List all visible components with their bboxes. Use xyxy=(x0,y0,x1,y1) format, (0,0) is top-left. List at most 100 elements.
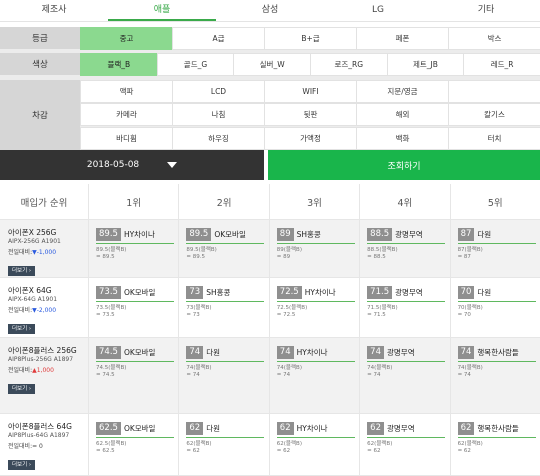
color-option[interactable]: 제트_JB xyxy=(386,53,465,76)
deduction-option[interactable]: 나침 xyxy=(172,103,265,127)
offer-cell[interactable]: 72.5 HY차이나 72.5(블랙B) = 72.5 xyxy=(268,278,359,337)
rank-1-header: 1위 xyxy=(88,184,178,219)
offer-price: 89 xyxy=(276,228,294,241)
offer-price: 74 xyxy=(457,346,475,359)
offer-total: = 70 xyxy=(457,312,471,318)
offer-shop: 다원 xyxy=(206,424,221,433)
caret-down-icon xyxy=(167,162,178,168)
offer-shop: HY차이나 xyxy=(296,348,328,357)
product-name: 아이폰X 64G xyxy=(8,286,52,295)
tab-manufacturer[interactable]: 제조사 xyxy=(0,0,108,21)
offer-shop: OK모바일 xyxy=(123,288,156,297)
offer-cell[interactable]: 62 광명무역 62(블랙B) = 62 xyxy=(359,414,449,475)
detail-button[interactable]: 더보기 › xyxy=(8,384,36,394)
offer-shop: 광명무역 xyxy=(387,424,415,433)
offer-header: 74 다원 xyxy=(186,346,265,362)
color-option[interactable]: 실버_W xyxy=(233,53,311,76)
tab-apple[interactable]: 애플 xyxy=(108,0,216,21)
offer-total: = 74 xyxy=(276,372,291,378)
product-model: AIPX-64G A1901 xyxy=(8,296,58,303)
color-option[interactable]: 레드_R xyxy=(463,53,540,76)
offer-detail: 62(블랙B) xyxy=(367,441,393,447)
color-row: 색상 블랙_B 골드_G 실버_W 로즈_RG 제트_JB 레드_R xyxy=(0,53,540,76)
offer-cell[interactable]: 62 다원 62(블랙B) = 62 xyxy=(178,414,268,475)
product-model: AIP8Plus-64G A1897 xyxy=(8,432,70,439)
offer-price: 72.5 xyxy=(276,286,302,299)
detail-button[interactable]: 더보기 › xyxy=(8,324,36,334)
offer-detail: 89(블랙B) xyxy=(276,247,302,253)
offer-cell[interactable]: 74 HY차이나 74(블랙B) = 74 xyxy=(268,338,359,413)
filter-panel: 등급 중고 A급 B+급 페폰 박스 색상 블랙_B 골드_G 실버_W 로즈_RG 제트_JB… xyxy=(0,27,540,150)
date-picker[interactable]: 2018-05-08 xyxy=(0,150,264,180)
deduction-option[interactable]: 가액정 xyxy=(264,126,357,150)
product-name: 아이폰8플러스 64G xyxy=(8,422,72,431)
grade-option[interactable]: B+급 xyxy=(264,27,357,50)
grade-option[interactable]: 박스 xyxy=(448,27,540,50)
offer-cell[interactable]: 74 다원 74(블랙B) = 74 xyxy=(178,338,268,413)
deduction-option[interactable]: 카메라 xyxy=(80,103,173,127)
deduction-option[interactable]: 액파 xyxy=(80,80,173,103)
price-change: 전일대비:▲1,000 xyxy=(8,366,88,375)
deduction-option[interactable]: 칼기스 xyxy=(448,103,540,127)
offer-cell[interactable]: 74 광명무역 74(블랙B) = 74 xyxy=(359,338,449,413)
offer-detail: 74(블랙B) xyxy=(457,365,483,371)
deduction-option[interactable]: LCD xyxy=(172,80,265,103)
offer-total: = 72.5 xyxy=(276,312,296,318)
deduction-option[interactable]: WIFI xyxy=(264,80,357,103)
offer-header: 62 행복한사람들 xyxy=(457,422,536,438)
deduction-option[interactable]: 터치 xyxy=(448,126,540,150)
change-value: ▲1,000 xyxy=(32,367,54,374)
offer-cell[interactable]: 73 SH홍콩 73(블랙B) = 73 xyxy=(178,278,268,337)
detail-button[interactable]: 더보기 › xyxy=(8,460,36,470)
offer-total: = 74 xyxy=(367,372,381,378)
offer-shop: SH홍콩 xyxy=(206,288,231,297)
offer-cell[interactable]: 89.5 HY차이나 89.5(블랙B) = 89.5 xyxy=(88,220,178,277)
grade-option[interactable]: 페폰 xyxy=(356,27,449,50)
deduction-option[interactable]: 백화 xyxy=(356,126,449,150)
offer-cell[interactable]: 73.5 OK모바일 73.5(블랙B) = 73.5 xyxy=(88,278,178,337)
deduction-option[interactable]: 바디휨 xyxy=(80,126,173,150)
offer-price: 88.5 xyxy=(367,228,393,241)
tab-other[interactable]: 기타 xyxy=(432,0,540,21)
color-option[interactable]: 골드_G xyxy=(156,53,235,76)
grade-option[interactable]: 중고 xyxy=(80,27,173,50)
detail-button[interactable]: 더보기 › xyxy=(8,266,36,276)
offer-cell[interactable]: 74 행복한사람들 74(블랙B) = 74 xyxy=(449,338,540,413)
color-option[interactable]: 블랙_B xyxy=(80,53,158,76)
offer-price: 74.5 xyxy=(96,346,121,359)
deduction-option[interactable]: 하우징 xyxy=(172,126,265,150)
change-label: 전일대비: xyxy=(8,307,33,314)
color-option[interactable]: 로즈_RG xyxy=(309,53,388,76)
offer-cell[interactable]: 62 행복한사람들 62(블랙B) = 62 xyxy=(449,414,540,475)
offer-cell[interactable]: 89.5 OK모바일 89.5(블랙B) = 89.5 xyxy=(178,220,268,277)
offer-total: = 89.5 xyxy=(96,254,115,260)
deduction-option[interactable] xyxy=(448,80,540,103)
offer-cell[interactable]: 71.5 광명무역 71.5(블랙B) = 71.5 xyxy=(359,278,449,337)
offer-cell[interactable]: 87 다원 87(블랙B) = 87 xyxy=(449,220,540,277)
offer-header: 71.5 광명무역 xyxy=(367,286,446,302)
search-button[interactable]: 조회하기 xyxy=(268,150,540,180)
product-info: 아이폰8플러스 256G AIP8Plus-256G A1897 전일대비:▲1,0… xyxy=(0,338,88,413)
change-label: 전일대비: xyxy=(8,249,33,256)
price-change: 전일대비:▼-1,000 xyxy=(8,248,88,257)
grade-option[interactable]: A급 xyxy=(172,27,265,50)
offer-cell[interactable]: 62 HY차이나 62(블랙B) = 62 xyxy=(268,414,359,475)
offer-total: = 62.5 xyxy=(96,448,115,454)
deduction-option[interactable]: 해외 xyxy=(356,103,449,127)
tab-lg[interactable]: LG xyxy=(324,0,432,21)
offer-shop: HY차이나 xyxy=(304,288,336,297)
offer-header: 88.5 광명무역 xyxy=(367,228,446,244)
deduction-option[interactable]: 뒷판 xyxy=(264,103,357,127)
offer-cell[interactable]: 88.5 광명무역 88.5(블랙B) = 88.5 xyxy=(359,220,449,277)
offer-price: 70 xyxy=(457,286,475,299)
offer-shop: OK모바일 xyxy=(123,348,156,357)
offer-cell[interactable]: 70 다원 70(블랙B) = 70 xyxy=(449,278,540,337)
offer-cell[interactable]: 62.5 OK모바일 62.5(블랙B) = 62.5 xyxy=(88,414,178,475)
offer-header: 73.5 OK모바일 xyxy=(96,286,174,302)
deduction-option[interactable]: 지문/영금 xyxy=(356,80,449,103)
ranking-table: 매입가 순위 1위 2위 3위 4위 5위 아이폰X 256G AIPX-256G… xyxy=(0,184,540,476)
offer-cell[interactable]: 89 SH홍콩 89(블랙B) = 89 xyxy=(268,220,359,277)
offer-price: 87 xyxy=(457,228,475,241)
offer-cell[interactable]: 74.5 OK모바일 74.5(블랙B) = 74.5 xyxy=(88,338,178,413)
tab-samsung[interactable]: 삼성 xyxy=(216,0,324,21)
